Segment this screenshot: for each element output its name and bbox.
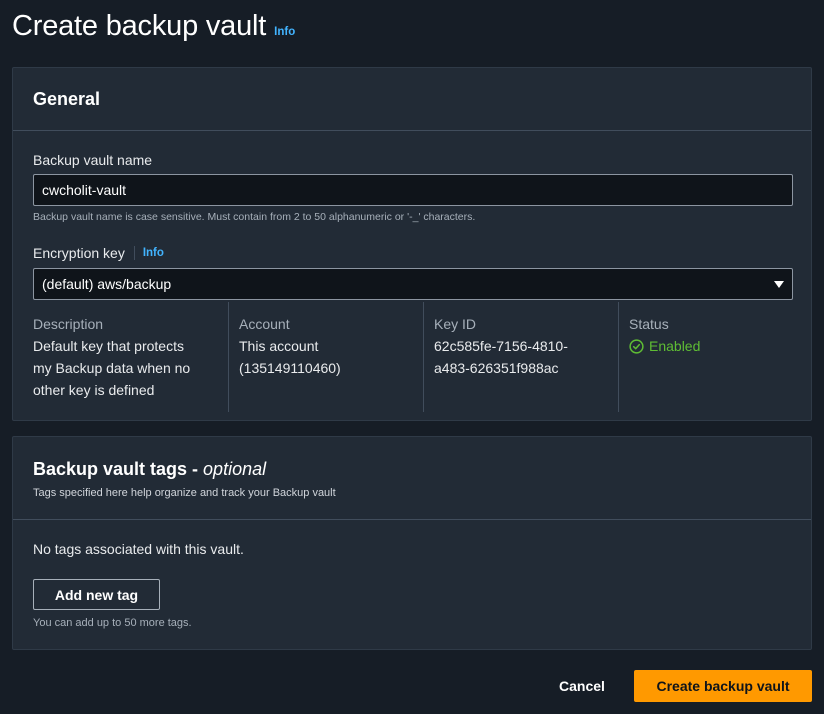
vault-name-hint: Backup vault name is case sensitive. Mus… (33, 211, 476, 223)
tags-panel-title: Backup vault tags - optional (33, 459, 791, 480)
account-line: This account (239, 338, 319, 354)
key-details: Description Default key that protects my… (33, 302, 813, 412)
description-line: other key is defined (33, 382, 155, 398)
status-text: Enabled (649, 338, 701, 354)
key-detail-account: Account This account (135149110460) (228, 302, 423, 412)
general-panel-header: General (13, 68, 811, 131)
label-divider (133, 246, 135, 260)
tags-panel-header: Backup vault tags - optional Tags specif… (13, 437, 811, 520)
key-detail-key-id: Key ID 62c585fe-7156-4810- a483-626351f9… (423, 302, 618, 412)
page-info-link[interactable]: Info (274, 26, 295, 38)
encryption-key-label: Encryption key (33, 245, 125, 261)
status-badge: Enabled (629, 335, 803, 357)
encryption-key-selected-value: (default) aws/backup (42, 276, 172, 292)
tags-title-optional: optional (203, 459, 267, 479)
key-detail-description: Description Default key that protects my… (33, 302, 228, 412)
no-tags-message: No tags associated with this vault. (33, 541, 244, 557)
encryption-key-label-row: Encryption key Info (33, 245, 164, 261)
cancel-button[interactable]: Cancel (548, 670, 616, 702)
description-line: my Backup data when no (33, 360, 191, 376)
general-panel-title: General (33, 89, 101, 109)
caret-down-icon (774, 280, 784, 288)
key-detail-label: Status (629, 316, 669, 332)
vault-name-input[interactable] (33, 174, 793, 206)
key-detail-value: This account (135149110460) (239, 335, 413, 379)
key-id-line: a483-626351f988ac (434, 360, 559, 376)
account-line: (135149110460) (239, 360, 341, 376)
key-id-line: 62c585fe-7156-4810- (434, 338, 568, 354)
create-backup-vault-button[interactable]: Create backup vault (634, 670, 812, 702)
key-detail-label: Key ID (434, 316, 477, 332)
key-detail-status: Status Enabled (618, 302, 813, 412)
encryption-key-info-link[interactable]: Info (143, 247, 164, 259)
page-title: Create backup vault (12, 10, 267, 42)
description-line: Default key that protects (33, 338, 184, 354)
add-new-tag-button[interactable]: Add new tag (33, 579, 160, 610)
general-panel: General Backup vault name Backup vault n… (12, 67, 812, 421)
tags-title-text: Backup vault tags - (33, 459, 204, 479)
key-detail-label: Account (239, 316, 290, 332)
page-header: Create backup vault Info (12, 10, 295, 43)
key-detail-value: Default key that protects my Backup data… (33, 335, 218, 401)
tags-limit-hint: You can add up to 50 more tags. (33, 617, 192, 629)
encryption-key-select[interactable]: (default) aws/backup (33, 268, 793, 300)
tags-panel: Backup vault tags - optional Tags specif… (12, 436, 812, 650)
tags-panel-subtitle: Tags specified here help organize and tr… (33, 487, 336, 499)
key-detail-value: 62c585fe-7156-4810- a483-626351f988ac (434, 335, 608, 379)
key-detail-label: Description (33, 316, 104, 332)
check-circle-icon (629, 338, 644, 354)
vault-name-label: Backup vault name (33, 152, 153, 168)
